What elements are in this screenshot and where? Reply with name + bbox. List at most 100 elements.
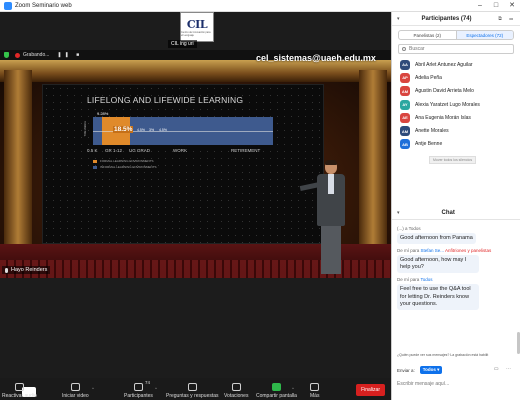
chat-recipient-selector: Enviar a: Todos ▾ — [397, 366, 443, 374]
video-stage: CIL Centro de Innovación para el Lenguaj… — [0, 12, 391, 378]
participants-list: AA Abril Arlet Antunez Aguilar AP Adelia… — [400, 58, 520, 151]
slide-legend-item: FORMAL LEARNING ENVIRONMENTS — [93, 159, 157, 163]
mute-all-tooltip[interactable]: Mover todos los silencios — [429, 156, 477, 165]
participants-options-caret[interactable]: ^ — [155, 386, 157, 391]
chat-message-meta: De mí para Stefan Se... Anfitriones y pa… — [397, 248, 516, 253]
avatar: AM — [400, 126, 410, 137]
polls-button[interactable]: Votaciones — [224, 383, 248, 399]
participants-title: Participantes (74) — [421, 15, 472, 22]
minimize-button[interactable]: – — [472, 0, 488, 12]
share-options-caret[interactable]: ^ — [292, 386, 294, 391]
legend-label-formal: FORMAL LEARNING ENVIRONMENTS — [100, 159, 154, 163]
chat-visibility-note: ¿Quién puede ver sus mensajes? La grabac… — [397, 353, 489, 357]
slide-bar: TIME AWAKE 18.5% 4.5% 3% 4.5% — [84, 117, 273, 145]
participant-name: Adelia Peña — [415, 74, 442, 81]
slide-axis-label: UG GRAD — [129, 148, 151, 153]
participant-row[interactable]: AA Abril Arlet Antunez Aguilar — [400, 58, 520, 71]
slide-axis-label: GR 1-12 — [105, 148, 123, 153]
legend-swatch-informal — [93, 165, 97, 169]
participants-search-input[interactable] — [409, 46, 509, 52]
tab-panelists[interactable]: Panelistas (2) — [399, 31, 456, 39]
video-options-caret[interactable]: ^ — [92, 386, 94, 391]
speaker-figure — [299, 160, 352, 278]
chat-messages: (...) a Todos Good afternoon from Panama… — [392, 222, 520, 357]
popout-icon[interactable]: ⧉ ▭ — [498, 16, 516, 22]
window-title-bar: Zoom Seminario web – □ ✕ — [0, 0, 520, 12]
thumbnail-name-tag: CIL ing uri — [168, 40, 197, 48]
slide-side-label: TIME AWAKE — [84, 121, 87, 137]
tab-attendees[interactable]: Espectadores (72) — [455, 31, 513, 39]
chat-header-wrap: ▾ Chat — [392, 206, 520, 220]
theater-proscenium — [0, 60, 391, 82]
window-controls: – □ ✕ — [472, 0, 520, 12]
recipient-dropdown[interactable]: Todos ▾ — [419, 366, 443, 374]
participant-name: Anette Morales — [415, 128, 449, 135]
side-panel: ▾ Participantes (74) ⧉ ▭ Panelistas (2) … — [391, 12, 520, 400]
legend-label-informal: INFORMAL LEARNING ENVIRONMENTS — [100, 165, 157, 169]
chat-message: Feel free to use the Q&A tool for lettin… — [397, 284, 479, 310]
participants-tabs: Panelistas (2) Espectadores (72) — [398, 30, 514, 40]
toolbar-label: Reactivar audio — [2, 393, 37, 399]
participants-search[interactable] — [398, 44, 514, 54]
close-window-button[interactable]: ✕ — [504, 0, 520, 12]
meeting-toolbar: Reactivar audio Iniciar video ^ 74 Parti… — [0, 378, 391, 400]
participant-row[interactable]: AM Agustin David Arrieta Melo — [400, 85, 520, 98]
participant-name: Agustin David Arrieta Melo — [415, 88, 474, 95]
participant-row[interactable]: AY Alexia Yaratzet Lugo Morales — [400, 98, 520, 111]
speaker-legs — [321, 224, 341, 274]
security-shield-icon[interactable] — [4, 52, 9, 58]
participants-icon: 74 — [133, 380, 150, 391]
collapse-participants-icon[interactable]: ▾ — [397, 16, 400, 22]
slide-top-percent: 9.28% — [97, 111, 109, 116]
avatar: AE — [400, 112, 410, 123]
slide-legend: FORMAL LEARNING ENVIRONMENTS INFORMAL LE… — [93, 159, 157, 171]
participants-header: ▾ Participantes (74) ⧉ ▭ — [392, 12, 520, 26]
speaker-name-tag: Hayo Reinders — [2, 266, 51, 274]
participant-name: Abril Arlet Antunez Aguilar — [415, 61, 473, 68]
chat-message: Good afternoon, how may I help you? — [397, 255, 479, 274]
more-button[interactable]: Más — [310, 383, 319, 399]
search-icon — [402, 47, 406, 51]
share-screen-button[interactable]: Compartir pantalla — [256, 383, 297, 399]
chat-message-input[interactable] — [397, 377, 515, 391]
start-video-button[interactable]: Iniciar video — [62, 383, 89, 399]
cil-logo: CIL — [186, 17, 208, 31]
participant-row[interactable]: AB Antje Benne — [400, 138, 520, 151]
meta-suffix: Anfitriones y panelistas — [444, 248, 492, 254]
participant-name: Ana Eugenia Morán Islas — [415, 114, 471, 121]
collapse-chat-icon[interactable]: ▾ — [397, 210, 400, 216]
chat-title: Chat — [441, 209, 455, 216]
avatar: AP — [400, 72, 410, 83]
participant-row[interactable]: AE Ana Eugenia Morán Islas — [400, 111, 520, 124]
avatar: AA — [400, 59, 410, 70]
toolbar-label: Compartir pantalla — [256, 393, 297, 399]
toolbar-label: Participantes — [124, 393, 153, 399]
panelist-thumbnail[interactable]: CIL Centro de Innovación para el Lenguaj… — [180, 12, 214, 42]
participants-button[interactable]: 74 Participantes — [124, 380, 153, 399]
recording-controls[interactable]: ❚❚ ■ — [57, 52, 82, 58]
slide-axis-label: 0.5 K — [87, 148, 98, 153]
meta-recipient[interactable]: Stefan Se... — [421, 248, 445, 253]
end-meeting-button[interactable]: Finalizar — [356, 384, 385, 396]
maximize-button[interactable]: □ — [488, 0, 504, 12]
slide-main-percent: 18.5% — [113, 126, 134, 133]
qa-button[interactable]: Preguntas y respuestas — [166, 383, 219, 399]
participant-row[interactable]: AP Adelia Peña — [400, 71, 520, 84]
speaker-shirt — [328, 174, 334, 194]
send-to-label: Enviar a: — [397, 367, 415, 373]
legend-swatch-formal — [93, 159, 97, 163]
slide-tiny-percent: 3% — [149, 128, 155, 132]
participant-name: Antje Benne — [415, 141, 443, 148]
meta-recipient[interactable]: Todos — [420, 277, 432, 282]
video-camera-icon — [70, 383, 80, 391]
chat-message-meta: De mí para Todos — [397, 277, 516, 282]
slide-axis-label: WORK — [173, 148, 187, 153]
slide-title: LIFELONG AND LIFEWIDE LEARNING — [87, 95, 244, 105]
toolbar-label: Preguntas y respuestas — [166, 393, 219, 399]
unmute-button[interactable]: Reactivar audio — [2, 383, 37, 399]
participant-row[interactable]: AM Anette Morales — [400, 124, 520, 137]
participant-count: 74 — [144, 380, 150, 385]
chat-attachment-icons[interactable]: ▭ ⋯ — [494, 366, 514, 372]
toolbar-label: Más — [310, 393, 320, 399]
more-dots-icon — [310, 383, 320, 391]
